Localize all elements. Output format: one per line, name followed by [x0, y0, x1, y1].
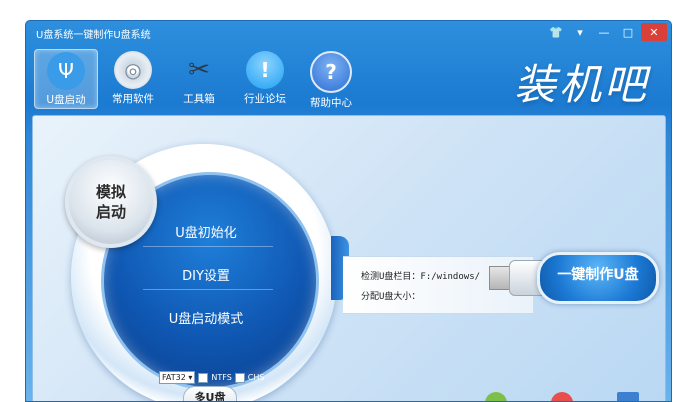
brand-logo: 装机吧	[513, 60, 649, 109]
monitor-icon[interactable]	[617, 392, 639, 401]
toolbar-help[interactable]: ? 帮助中心	[300, 49, 362, 109]
tools-icon: ✂	[188, 55, 210, 85]
green-icon[interactable]	[485, 392, 507, 401]
close-icon[interactable]: ✕	[641, 23, 667, 41]
toolbar-label: 帮助中心	[310, 97, 352, 109]
toolbar-label: U盘启动	[46, 94, 86, 106]
chs-label: CHS	[247, 373, 265, 382]
usb-boot-mode-button[interactable]: U盘启动模式	[126, 308, 286, 327]
one-click-make-button[interactable]: 一键制作U盘	[537, 252, 659, 304]
bottom-icon-row	[485, 392, 639, 401]
diy-settings-button[interactable]: DIY设置	[126, 265, 286, 284]
ntfs-checkbox[interactable]	[198, 372, 209, 383]
disc-icon: ◎	[114, 51, 152, 89]
maximize-icon[interactable]: □	[617, 23, 639, 41]
capacity-label: 分配U盘大小：	[361, 292, 421, 302]
main-panel: U盘初始化 DIY设置 U盘启动模式 模拟 启动 FAT32 ▾ NTFS CH…	[32, 115, 666, 401]
toolbar-usb-boot[interactable]: Ψ U盘启动	[34, 49, 98, 109]
menu-divider	[143, 289, 273, 290]
window-title: U盘系统一键制作U盘系统	[36, 30, 151, 41]
simulate-boot-label: 模拟 启动	[79, 182, 143, 222]
usb-icon: Ψ	[47, 52, 85, 90]
filesystem-selected: FAT32	[162, 373, 186, 382]
filesystem-select[interactable]: FAT32 ▾	[159, 371, 196, 384]
simulate-boot-button[interactable]: 模拟 启动	[65, 156, 157, 248]
filesystem-row: FAT32 ▾ NTFS CHS	[159, 371, 264, 384]
help-icon: ?	[310, 51, 352, 93]
detect-value: F:/windows/	[420, 272, 481, 282]
toolbar-toolbox[interactable]: ✂ 工具箱	[168, 49, 230, 107]
toolbar-label: 行业论坛	[244, 93, 286, 105]
capacity-row: 分配U盘大小：	[361, 289, 420, 302]
menu-divider	[143, 246, 273, 247]
toolbar-common-software[interactable]: ◎ 常用软件	[102, 49, 164, 107]
title-bar: U盘系统一键制作U盘系统 👕 ▾ — □ ✕	[26, 21, 671, 45]
app-window: U盘系统一键制作U盘系统 👕 ▾ — □ ✕ Ψ U盘启动 ◎ 常用软件 ✂ 工…	[25, 20, 672, 402]
toolbar-forum[interactable]: ! 行业论坛	[234, 49, 296, 107]
red-icon[interactable]	[551, 392, 573, 401]
simulate-line2: 启动	[95, 203, 126, 221]
menu-icon[interactable]: ▾	[569, 23, 591, 41]
chs-checkbox[interactable]	[234, 372, 245, 383]
skin-icon[interactable]: 👕	[545, 23, 567, 41]
toolbar-label: 常用软件	[112, 93, 154, 105]
main-toolbar: Ψ U盘启动 ◎ 常用软件 ✂ 工具箱 ! 行业论坛 ? 帮助中心	[34, 49, 362, 109]
window-controls: 👕 ▾ — □ ✕	[545, 23, 667, 41]
simulate-line1: 模拟	[95, 183, 126, 201]
detect-label: 检测U盘栏目：	[361, 272, 421, 282]
minimize-icon[interactable]: —	[593, 23, 615, 41]
ntfs-label: NTFS	[211, 373, 232, 382]
detect-row: 检测U盘栏目：F:/windows/	[361, 269, 480, 282]
forum-icon: !	[246, 51, 284, 89]
toolbar-label: 工具箱	[183, 93, 215, 105]
